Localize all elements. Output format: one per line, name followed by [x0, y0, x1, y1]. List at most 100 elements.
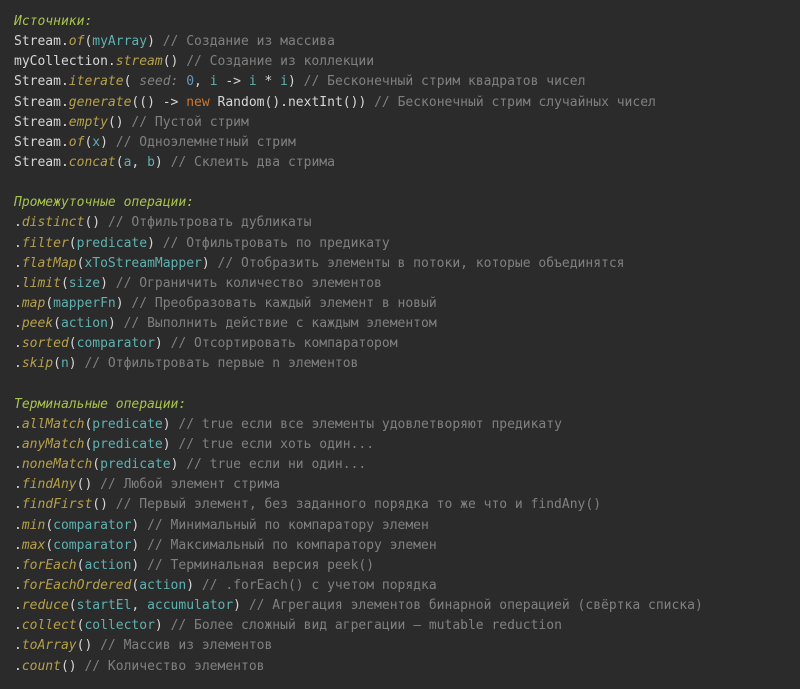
code-arg: startEl [77, 598, 132, 613]
paren-close: ) [100, 276, 108, 291]
code-comment: // Количество элементов [84, 659, 264, 674]
code-line: Stream.generate(() -> new Random().nextI… [14, 93, 786, 113]
code-arg: b [147, 155, 155, 170]
dot-operator: . [14, 538, 22, 553]
paren-close: ) [69, 659, 77, 674]
code-arg: Random [218, 95, 265, 110]
code-class: myCollection [14, 54, 108, 69]
code-line: Stream.concat(a, b) // Склеить два стрим… [14, 153, 786, 173]
code-method: map [22, 296, 45, 311]
code-comment: // Одноэлемнетный стрим [116, 135, 296, 150]
code-line: .peek(action) // Выполнить действие с ка… [14, 314, 786, 334]
code-arg: () [265, 95, 281, 110]
code-comment: // Отфильтровать по предикату [163, 236, 390, 251]
paren-open: ( [92, 457, 100, 472]
code-line: .sorted(comparator) // Отсортировать ком… [14, 334, 786, 354]
code-arg: -> [218, 74, 249, 89]
paren-close: ) [69, 356, 77, 371]
code-line: .skip(n) // Отфильтровать первые n элеме… [14, 354, 786, 374]
dot-operator: . [61, 34, 69, 49]
code-method: empty [69, 115, 108, 130]
code-comment: // Более сложный вид агрегации — mutable… [171, 618, 562, 633]
space [108, 497, 116, 512]
code-method: noneMatch [22, 457, 92, 472]
code-comment: // Пустой стрим [131, 115, 248, 130]
paren-close: ) [100, 135, 108, 150]
paren-open: ( [61, 659, 69, 674]
dot-operator: . [14, 578, 22, 593]
code-method: filter [22, 236, 69, 251]
code-comment: // true если все элементы удовлетворяют … [178, 417, 562, 432]
code-comment: // Отфильтровать дубликаты [108, 215, 312, 230]
code-arg: predicate [92, 437, 162, 452]
paren-open: ( [61, 276, 69, 291]
code-line: .distinct() // Отфильтровать дубликаты [14, 213, 786, 233]
code-line: .findAny() // Любой элемент стрима [14, 475, 786, 495]
code-arg: , [131, 598, 147, 613]
space [155, 34, 163, 49]
dot-operator: . [14, 256, 22, 271]
code-method: concat [69, 155, 116, 170]
code-comment: // Максимальный по компаратору элемен [147, 538, 437, 553]
dot-operator: . [14, 518, 22, 533]
code-line: Stream.iterate( seed: 0, i -> i * i) // … [14, 72, 786, 92]
code-comment: // Бесконечный стрим случайных чисел [374, 95, 656, 110]
section-sources: Stream.of(myArray) // Создание из массив… [14, 32, 786, 173]
code-line: .anyMatch(predicate) // true если хоть о… [14, 435, 786, 455]
dot-operator: . [14, 296, 22, 311]
code-method: generate [69, 95, 132, 110]
paren-close: ) [186, 578, 194, 593]
space [139, 558, 147, 573]
paren-close: ) [100, 497, 108, 512]
space [194, 578, 202, 593]
code-comment: // Отфильтровать первые n элементов [84, 356, 358, 371]
space [210, 256, 218, 271]
code-method: of [69, 135, 85, 150]
code-line: .forEachOrdered(action) // .forEach() с … [14, 576, 786, 596]
code-comment: // Терминальная версия peek() [147, 558, 374, 573]
paren-open: ( [53, 316, 61, 331]
code-arg: seed: [131, 74, 178, 89]
paren-open: ( [69, 236, 77, 251]
paren-open: ( [108, 115, 116, 130]
section-title-intermediate: Промежуточные операции: [14, 193, 786, 213]
code-arg: xToStreamMapper [84, 256, 201, 271]
code-arg: i [210, 74, 218, 89]
paren-close: ) [163, 417, 171, 432]
code-arg: size [69, 276, 100, 291]
code-arg: action [84, 558, 131, 573]
code-class: Stream [14, 155, 61, 170]
paren-close: ) [116, 296, 124, 311]
code-arg: 0 [178, 74, 194, 89]
code-comment: // Выполнить действие с каждым элементом [124, 316, 437, 331]
code-arg: myArray [92, 34, 147, 49]
dot-operator: . [61, 95, 69, 110]
code-line: .collect(collector) // Более сложный вид… [14, 616, 786, 636]
code-line: Stream.of(x) // Одноэлемнетный стрим [14, 133, 786, 153]
code-line: .count() // Количество элементов [14, 657, 786, 677]
dot-operator: . [14, 356, 22, 371]
dot-operator: . [14, 497, 22, 512]
code-method: skip [22, 356, 53, 371]
code-method: iterate [69, 74, 124, 89]
code-line: .noneMatch(predicate) // true если ни од… [14, 455, 786, 475]
dot-operator: . [14, 598, 22, 613]
paren-open: ( [45, 538, 53, 553]
paren-open: ( [45, 296, 53, 311]
space [296, 74, 304, 89]
code-arg: i [280, 74, 288, 89]
code-arg: comparator [53, 538, 131, 553]
paren-open: ( [92, 497, 100, 512]
paren-close: ) [116, 115, 124, 130]
code-arg: mapperFn [53, 296, 116, 311]
code-arg: () [343, 95, 359, 110]
dot-operator: . [14, 276, 22, 291]
code-method: limit [22, 276, 61, 291]
code-line: .map(mapperFn) // Преобразовать каждый э… [14, 294, 786, 314]
section-title-sources: Источники: [14, 12, 786, 32]
space [77, 659, 85, 674]
code-line: .flatMap(xToStreamMapper) // Отобразить … [14, 254, 786, 274]
code-method: forEach [22, 558, 77, 573]
code-method: sorted [22, 336, 69, 351]
code-line: Stream.empty() // Пустой стрим [14, 113, 786, 133]
